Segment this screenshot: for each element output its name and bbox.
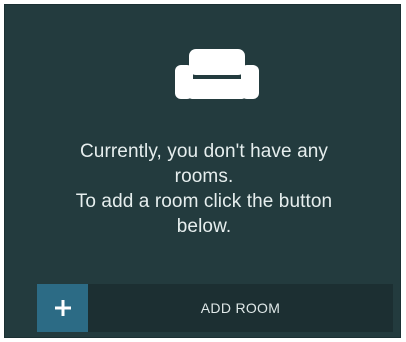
add-room-label: ADD ROOM bbox=[200, 300, 281, 316]
rooms-panel: Currently, you don't have any rooms. To … bbox=[4, 4, 401, 338]
plus-icon-box[interactable] bbox=[37, 284, 88, 332]
plus-icon bbox=[54, 300, 71, 316]
empty-state-line-3: To add a room click the button bbox=[75, 191, 333, 212]
empty-state-line-4: below. bbox=[176, 216, 232, 237]
add-room-button[interactable]: ADD ROOM bbox=[37, 284, 393, 332]
empty-state-line-1: Currently, you don't have any bbox=[79, 141, 329, 162]
empty-state-message: Currently, you don't have any rooms. To … bbox=[45, 139, 363, 239]
empty-state-line-2: rooms. bbox=[174, 166, 234, 187]
sofa-icon bbox=[175, 49, 259, 99]
